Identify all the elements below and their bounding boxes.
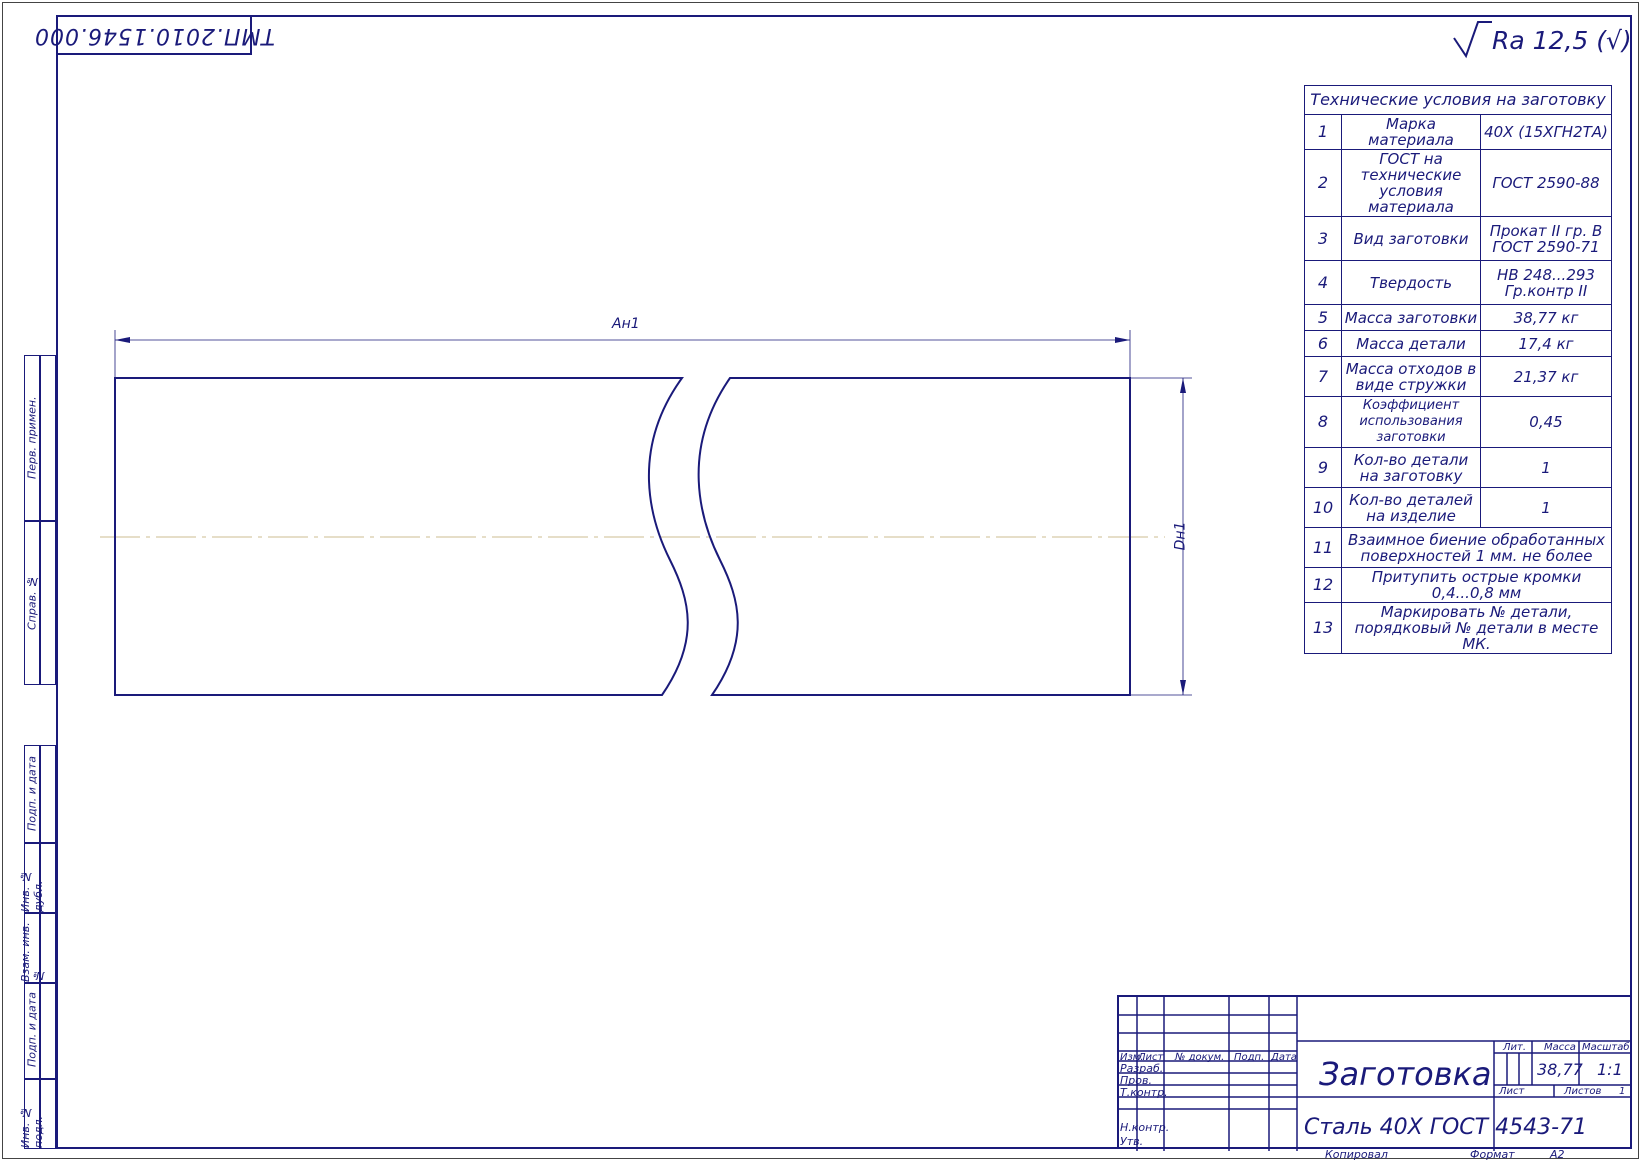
side-label: Подп. и дата: [25, 756, 39, 832]
side-label: Справ. №: [25, 574, 39, 630]
tech-row-number: 3: [1304, 216, 1342, 261]
tech-row-name: Масса детали: [1341, 330, 1481, 357]
tech-row-name: Кол-во детали на заготовку: [1341, 447, 1481, 488]
tech-row-name: Кол-во деталей на изделие: [1341, 487, 1481, 528]
tech-row-number: 5: [1304, 304, 1342, 331]
tech-row-value: 21,37 кг: [1480, 356, 1612, 397]
tech-row-number: 6: [1304, 330, 1342, 357]
tech-row-number: 1: [1304, 114, 1342, 150]
lit-label: Лит.: [1503, 1042, 1527, 1053]
tech-row-number: 8: [1304, 396, 1342, 448]
scale-value: 1:1: [1597, 1060, 1623, 1079]
mass-value: 38,77: [1537, 1060, 1583, 1079]
side-label: Инв. № подл.: [19, 1106, 45, 1148]
copied-label: Копировал: [1325, 1148, 1388, 1161]
dim-length-label: Ан1: [612, 316, 640, 332]
tech-table-title: Технические условия на заготовку: [1304, 85, 1612, 115]
tech-row-name: Вид заготовки: [1341, 216, 1481, 261]
tech-row-number: 11: [1304, 527, 1342, 568]
role-tech-control: Т.контр.: [1120, 1086, 1168, 1099]
tech-row-value: 17,4 кг: [1480, 330, 1612, 357]
tech-row-value: 0,45: [1480, 396, 1612, 448]
tech-row-name: Масса отходов в виде стружки: [1341, 356, 1481, 397]
tech-row-number: 10: [1304, 487, 1342, 528]
side-strip-upper: Перв. примен. Справ. №: [24, 355, 56, 685]
tech-row-note: Маркировать № детали, порядковый № детал…: [1341, 602, 1612, 654]
sheets-label: Листов: [1564, 1086, 1602, 1097]
head-col-sign: Подп.: [1234, 1052, 1265, 1063]
tech-row-number: 2: [1304, 149, 1342, 217]
tech-row-value: 1: [1480, 447, 1612, 488]
dim-length-arrow-right: [1115, 337, 1130, 343]
tech-row-value: НВ 248...293 Гр.контр II: [1480, 260, 1612, 305]
tech-row-value: 38,77 кг: [1480, 304, 1612, 331]
side-label: Инв. № дубл.: [19, 870, 45, 912]
tech-conditions-table: Технические условия на заготовку 1 Марка …: [1304, 85, 1612, 654]
dim-diameter-arrow-top: [1180, 378, 1186, 393]
tech-row-name: Марка материала: [1341, 114, 1481, 150]
format-label: Формат: [1470, 1148, 1515, 1161]
title-block: Изм. Лист № докум. Подп. Дата Разраб. Пр…: [1117, 995, 1632, 1151]
tech-row-value: 1: [1480, 487, 1612, 528]
tech-row-number: 13: [1304, 602, 1342, 654]
dim-diameter-label: Dн1: [1172, 521, 1189, 551]
tech-row-name: ГОСТ на технические условия материала: [1341, 149, 1481, 217]
material-designation: Сталь 40Х ГОСТ 4543-71: [1304, 1115, 1588, 1140]
tech-row-number: 9: [1304, 447, 1342, 488]
role-approver: Утв.: [1120, 1135, 1144, 1148]
tech-row-note: Притупить острые кромки 0,4...0,8 мм: [1341, 567, 1612, 603]
side-label: Взам. инв. №: [19, 922, 45, 982]
drawing-title: Заготовка: [1319, 1055, 1492, 1093]
tech-row-value: ГОСТ 2590-88: [1480, 149, 1612, 217]
tech-row-value: 40Х (15ХГН2ТА): [1480, 114, 1612, 150]
tech-row-number: 7: [1304, 356, 1342, 397]
head-col-date: Дата: [1271, 1052, 1297, 1063]
tech-row-note: Взаимное биение обработанных поверхносте…: [1341, 527, 1612, 568]
tech-row-name: Масса заготовки: [1341, 304, 1481, 331]
mass-label: Масса: [1544, 1042, 1576, 1053]
format-value: А2: [1550, 1148, 1565, 1161]
side-label: Перв. примен.: [25, 396, 39, 480]
tech-row-name: Твердость: [1341, 260, 1481, 305]
role-norm-control: Н.контр.: [1120, 1121, 1170, 1134]
scale-label: Масштаб: [1582, 1042, 1630, 1053]
sheets-value: 1: [1619, 1086, 1626, 1097]
tech-row-name: Коэффициент использования заготовки: [1341, 396, 1481, 448]
tech-row-number: 4: [1304, 260, 1342, 305]
side-strip-lower: Подп. и дата Инв. № дубл. Взам. инв. № П…: [19, 745, 56, 1149]
side-label: Подп. и дата: [25, 992, 39, 1068]
dim-length-arrow-left: [115, 337, 130, 343]
tech-row-value: Прокат II гр. В ГОСТ 2590-71: [1480, 216, 1612, 261]
sheet-label: Лист: [1499, 1086, 1525, 1097]
tech-row-number: 12: [1304, 567, 1342, 603]
dim-diameter-arrow-bottom: [1180, 680, 1186, 695]
head-col-doc: № докум.: [1175, 1052, 1225, 1063]
